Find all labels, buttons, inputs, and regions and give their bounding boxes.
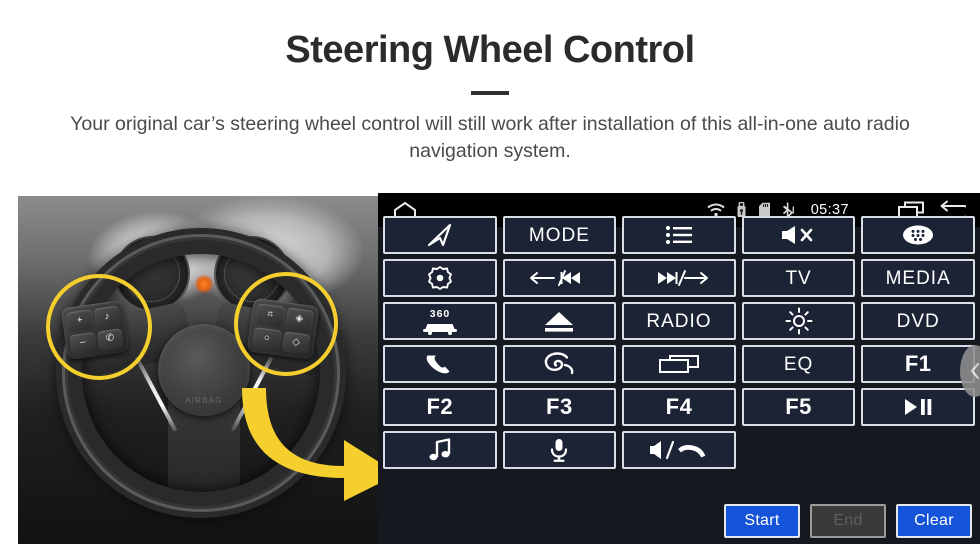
- swc-button-label: F1: [904, 351, 932, 376]
- swc-row: TV MEDIA: [383, 259, 975, 297]
- swc-button-screen[interactable]: [622, 345, 736, 383]
- steering-wheel-photo: AIRBAG + ♪ – ✆ ⌗ ◈ ○ ◇: [18, 196, 378, 544]
- swc-button-label: MODE: [528, 224, 590, 246]
- swc-button-spiral[interactable]: [502, 345, 617, 383]
- content-area: AIRBAG + ♪ – ✆ ⌗ ◈ ○ ◇ 05:37 MODE TV MED…: [0, 193, 980, 544]
- volume-hangup-icon: [648, 439, 710, 461]
- speaker-mute-icon: [780, 224, 818, 246]
- swc-button-equalizer[interactable]: EQ: [741, 345, 856, 383]
- title-divider: [471, 90, 509, 95]
- car-360-icon: 360: [420, 306, 460, 336]
- swc-button-radio[interactable]: RADIO: [622, 302, 736, 340]
- swc-button-tv[interactable]: TV: [741, 259, 856, 297]
- phone-icon: [423, 352, 457, 376]
- swc-row: F2 F3 F4 F5: [383, 388, 975, 426]
- swc-button-label: EQ: [783, 353, 814, 375]
- end-button: End: [810, 504, 886, 538]
- prev-track-icon: [528, 268, 590, 288]
- swc-button-previous-track[interactable]: [502, 259, 617, 297]
- swc-button-camera-360[interactable]: 360: [383, 302, 497, 340]
- page-subtitle: Your original car’s steering wheel contr…: [70, 112, 910, 163]
- swc-button-label: F2: [426, 394, 454, 419]
- swc-button-grid: MODE TV MEDIA 360 RADIO DVD EQ F1 F2 F3 …: [378, 216, 980, 469]
- swc-row: 360 RADIO DVD: [383, 302, 975, 340]
- swc-button-music[interactable]: [383, 431, 497, 469]
- swc-button-list[interactable]: [622, 216, 736, 254]
- gear-dot-icon: [427, 265, 453, 291]
- swc-button-label: F4: [665, 394, 693, 419]
- swc-button-label: RADIO: [646, 310, 712, 332]
- swc-button-f2[interactable]: F2: [383, 388, 497, 426]
- list-icon: [664, 224, 694, 246]
- page-header: Steering Wheel Control Your original car…: [0, 0, 980, 166]
- next-track-icon: [648, 268, 710, 288]
- navigation-arrow-icon: [426, 222, 454, 248]
- swc-row: MODE: [383, 216, 975, 254]
- swc-button-label: TV: [785, 267, 812, 289]
- swc-row: [383, 431, 975, 469]
- eject-icon: [541, 309, 577, 333]
- spiral-icon: [543, 351, 575, 377]
- swc-button-f5[interactable]: F5: [741, 388, 856, 426]
- swc-button-navigation[interactable]: [383, 216, 497, 254]
- start-button[interactable]: Start: [724, 504, 800, 538]
- swc-button-dvd[interactable]: DVD: [861, 302, 975, 340]
- swc-button-label: F5: [785, 394, 812, 419]
- swc-button-voice[interactable]: [502, 431, 617, 469]
- wifi-icon: [707, 203, 725, 217]
- swc-button-f1[interactable]: F1: [861, 345, 975, 383]
- swc-button-label: DVD: [896, 310, 940, 332]
- swc-button-media[interactable]: MEDIA: [861, 259, 975, 297]
- swc-button-f4[interactable]: F4: [622, 388, 736, 426]
- apps-grid-icon: [901, 224, 935, 246]
- svg-text:360: 360: [430, 308, 451, 320]
- head-unit-panel: 05:37 MODE TV MEDIA 360 RADIO DVD EQ F1 …: [378, 193, 980, 544]
- swc-button-mode[interactable]: MODE: [502, 216, 617, 254]
- brightness-icon: [785, 307, 813, 335]
- action-button-bar: Start End Clear: [724, 504, 972, 538]
- page-title: Steering Wheel Control: [285, 29, 695, 71]
- screen-icon: [658, 353, 700, 375]
- swc-button-f3[interactable]: F3: [502, 388, 617, 426]
- swc-button-label: F3: [546, 394, 573, 419]
- chevron-left-icon: [969, 362, 980, 380]
- swc-button-brightness[interactable]: [741, 302, 856, 340]
- swc-button-power-settings[interactable]: [383, 259, 497, 297]
- swc-button-label: MEDIA: [885, 267, 951, 289]
- highlight-circle-right: [234, 272, 338, 376]
- swc-button-phone-call[interactable]: [383, 345, 497, 383]
- play-pause-icon: [900, 396, 936, 418]
- swc-button-volume-hangup[interactable]: [622, 431, 736, 469]
- clear-button[interactable]: Clear: [896, 504, 972, 538]
- page-root: Steering Wheel Control Your original car…: [0, 0, 980, 544]
- music-note-icon: [427, 437, 453, 463]
- highlight-circle-left: [46, 274, 152, 380]
- swc-button-apps[interactable]: [861, 216, 975, 254]
- microphone-icon: [548, 437, 570, 463]
- steering-wheel-photo-pane: AIRBAG + ♪ – ✆ ⌗ ◈ ○ ◇: [0, 193, 378, 544]
- swc-button-eject[interactable]: [502, 302, 617, 340]
- swc-button-mute[interactable]: [741, 216, 856, 254]
- swc-row: EQ F1: [383, 345, 975, 383]
- airbag-label: AIRBAG: [185, 396, 223, 405]
- swc-button-play-pause[interactable]: [861, 388, 975, 426]
- swc-button-next-track[interactable]: [622, 259, 736, 297]
